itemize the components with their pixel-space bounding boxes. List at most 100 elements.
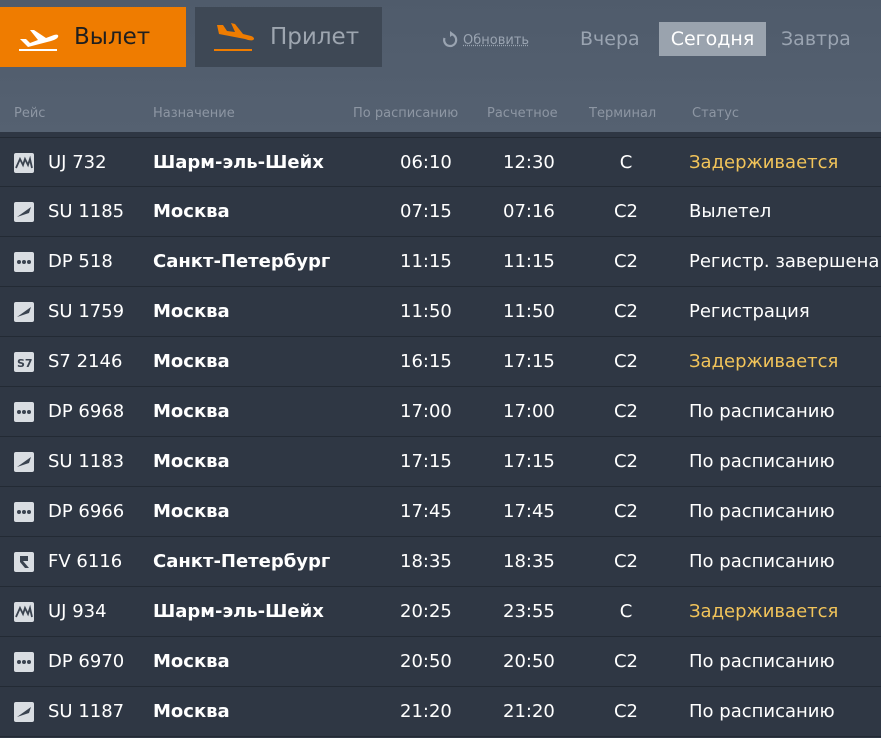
su-airline-icon	[14, 702, 34, 722]
day-tomorrow[interactable]: Завтра	[769, 22, 863, 56]
terminal: C2	[613, 351, 639, 372]
departing-plane-icon	[19, 30, 59, 51]
destination: Москва	[153, 401, 230, 422]
flight-number: DP 6966	[48, 501, 125, 522]
terminal: C2	[613, 251, 639, 272]
estimated-time: 07:16	[503, 201, 555, 222]
estimated-time: 11:50	[503, 301, 555, 322]
flight-number: DP 518	[48, 251, 113, 272]
refresh-icon	[443, 31, 458, 48]
flight-number: SU 1759	[48, 301, 125, 322]
flight-status: По расписанию	[689, 701, 835, 722]
scheduled-time: 17:00	[400, 401, 452, 422]
flight-number: SU 1187	[48, 701, 125, 722]
dp-airline-icon	[14, 252, 34, 272]
destination: Санкт-Петербург	[153, 551, 331, 572]
flight-table: UJ 732 Шарм-эль-Шейх 06:10 12:30 C Задерживае…	[0, 137, 881, 737]
scheduled-time: 18:35	[400, 551, 452, 572]
table-row[interactable]: SU 1185 Москва 07:15 07:16 C2 Вылетел	[0, 187, 881, 237]
estimated-time: 17:15	[503, 451, 555, 472]
scheduled-time: 17:15	[400, 451, 452, 472]
scheduled-time: 07:15	[400, 201, 452, 222]
flight-status: Задерживается	[689, 601, 839, 622]
flight-number: SU 1183	[48, 451, 125, 472]
estimated-time: 12:30	[503, 152, 555, 173]
su-airline-icon	[14, 202, 34, 222]
flight-status: По расписанию	[689, 501, 835, 522]
flight-status: По расписанию	[689, 451, 835, 472]
day-yesterday[interactable]: Вчера	[568, 22, 652, 56]
column-header-scheduled: По расписанию	[353, 106, 459, 121]
terminal: C2	[613, 401, 639, 422]
su-airline-icon	[14, 452, 34, 472]
terminal: C2	[613, 701, 639, 722]
terminal: C2	[613, 201, 639, 222]
table-row[interactable]: SU 1759 Москва 11:50 11:50 C2 Регистрация	[0, 287, 881, 337]
destination: Шарм-эль-Шейх	[153, 601, 324, 622]
column-header-destination: Назначение	[153, 106, 235, 121]
flight-number: UJ 934	[48, 601, 107, 622]
departure-tab[interactable]: Вылет	[0, 7, 186, 67]
departure-label: Вылет	[74, 24, 151, 50]
flight-number: FV 6116	[48, 551, 123, 572]
column-header-flight: Рейс	[14, 106, 46, 121]
flight-status: Задерживается	[689, 351, 839, 372]
board-header: Вылет Прилет Обновить Вчера Сегодня Завт…	[0, 0, 881, 132]
flight-number: DP 6968	[48, 401, 125, 422]
estimated-time: 23:55	[503, 601, 555, 622]
refresh-link[interactable]: Обновить	[441, 31, 529, 49]
table-row[interactable]: DP 518 Санкт-Петербург 11:15 11:15 C2 Регистр…	[0, 237, 881, 287]
estimated-time: 11:15	[503, 251, 555, 272]
table-row[interactable]: DP 6970 Москва 20:50 20:50 C2 По расписанию	[0, 637, 881, 687]
arriving-plane-icon	[214, 23, 255, 51]
table-row[interactable]: SU 1187 Москва 21:20 21:20 C2 По расписанию	[0, 687, 881, 737]
terminal: C2	[613, 451, 639, 472]
scheduled-time: 17:45	[400, 501, 452, 522]
table-row[interactable]: DP 6966 Москва 17:45 17:45 C2 По расписанию	[0, 487, 881, 537]
destination: Москва	[153, 451, 230, 472]
uj-airline-icon	[14, 602, 34, 622]
table-row[interactable]: SU 1183 Москва 17:15 17:15 C2 По расписанию	[0, 437, 881, 487]
terminal: C2	[613, 651, 639, 672]
flight-number: SU 1185	[48, 201, 125, 222]
destination: Москва	[153, 701, 230, 722]
destination: Москва	[153, 201, 230, 222]
estimated-time: 17:45	[503, 501, 555, 522]
estimated-time: 17:00	[503, 401, 555, 422]
scheduled-time: 21:20	[400, 701, 452, 722]
scheduled-time: 16:15	[400, 351, 452, 372]
flight-number: DP 6970	[48, 651, 125, 672]
destination: Шарм-эль-Шейх	[153, 152, 324, 173]
terminal: C2	[613, 501, 639, 522]
table-row[interactable]: S7 S7 2146 Москва 16:15 17:15 C2 Задерживается	[0, 337, 881, 387]
destination: Санкт-Петербург	[153, 251, 331, 272]
arrival-tab[interactable]: Прилет	[195, 7, 382, 67]
su-airline-icon	[14, 302, 34, 322]
dp-airline-icon	[14, 502, 34, 522]
estimated-time: 20:50	[503, 651, 555, 672]
arrival-label: Прилет	[270, 24, 360, 50]
destination: Москва	[153, 351, 230, 372]
estimated-time: 17:15	[503, 351, 555, 372]
flight-number: UJ 732	[48, 152, 107, 173]
dp-airline-icon	[14, 402, 34, 422]
table-row[interactable]: UJ 732 Шарм-эль-Шейх 06:10 12:30 C Задерживае…	[0, 137, 881, 187]
scheduled-time: 06:10	[400, 152, 452, 173]
dp-airline-icon	[14, 652, 34, 672]
scheduled-time: 20:50	[400, 651, 452, 672]
column-header-status: Статус	[692, 106, 740, 121]
flight-status: Регистр. завершена	[689, 251, 880, 272]
scheduled-time: 20:25	[400, 601, 452, 622]
terminal: C	[619, 152, 633, 173]
table-row[interactable]: DP 6968 Москва 17:00 17:00 C2 По расписанию	[0, 387, 881, 437]
refresh-label: Обновить	[463, 32, 530, 48]
table-row[interactable]: FV 6116 Санкт-Петербург 18:35 18:35 C2 По рас…	[0, 537, 881, 587]
terminal: C2	[613, 551, 639, 572]
s7-airline-icon: S7	[14, 352, 34, 372]
table-row[interactable]: UJ 934 Шарм-эль-Шейх 20:25 23:55 C Задерживае…	[0, 587, 881, 637]
flight-number: S7 2146	[48, 351, 123, 372]
day-today[interactable]: Сегодня	[659, 22, 766, 56]
destination: Москва	[153, 501, 230, 522]
scheduled-time: 11:15	[400, 251, 452, 272]
flight-status: По расписанию	[689, 401, 835, 422]
